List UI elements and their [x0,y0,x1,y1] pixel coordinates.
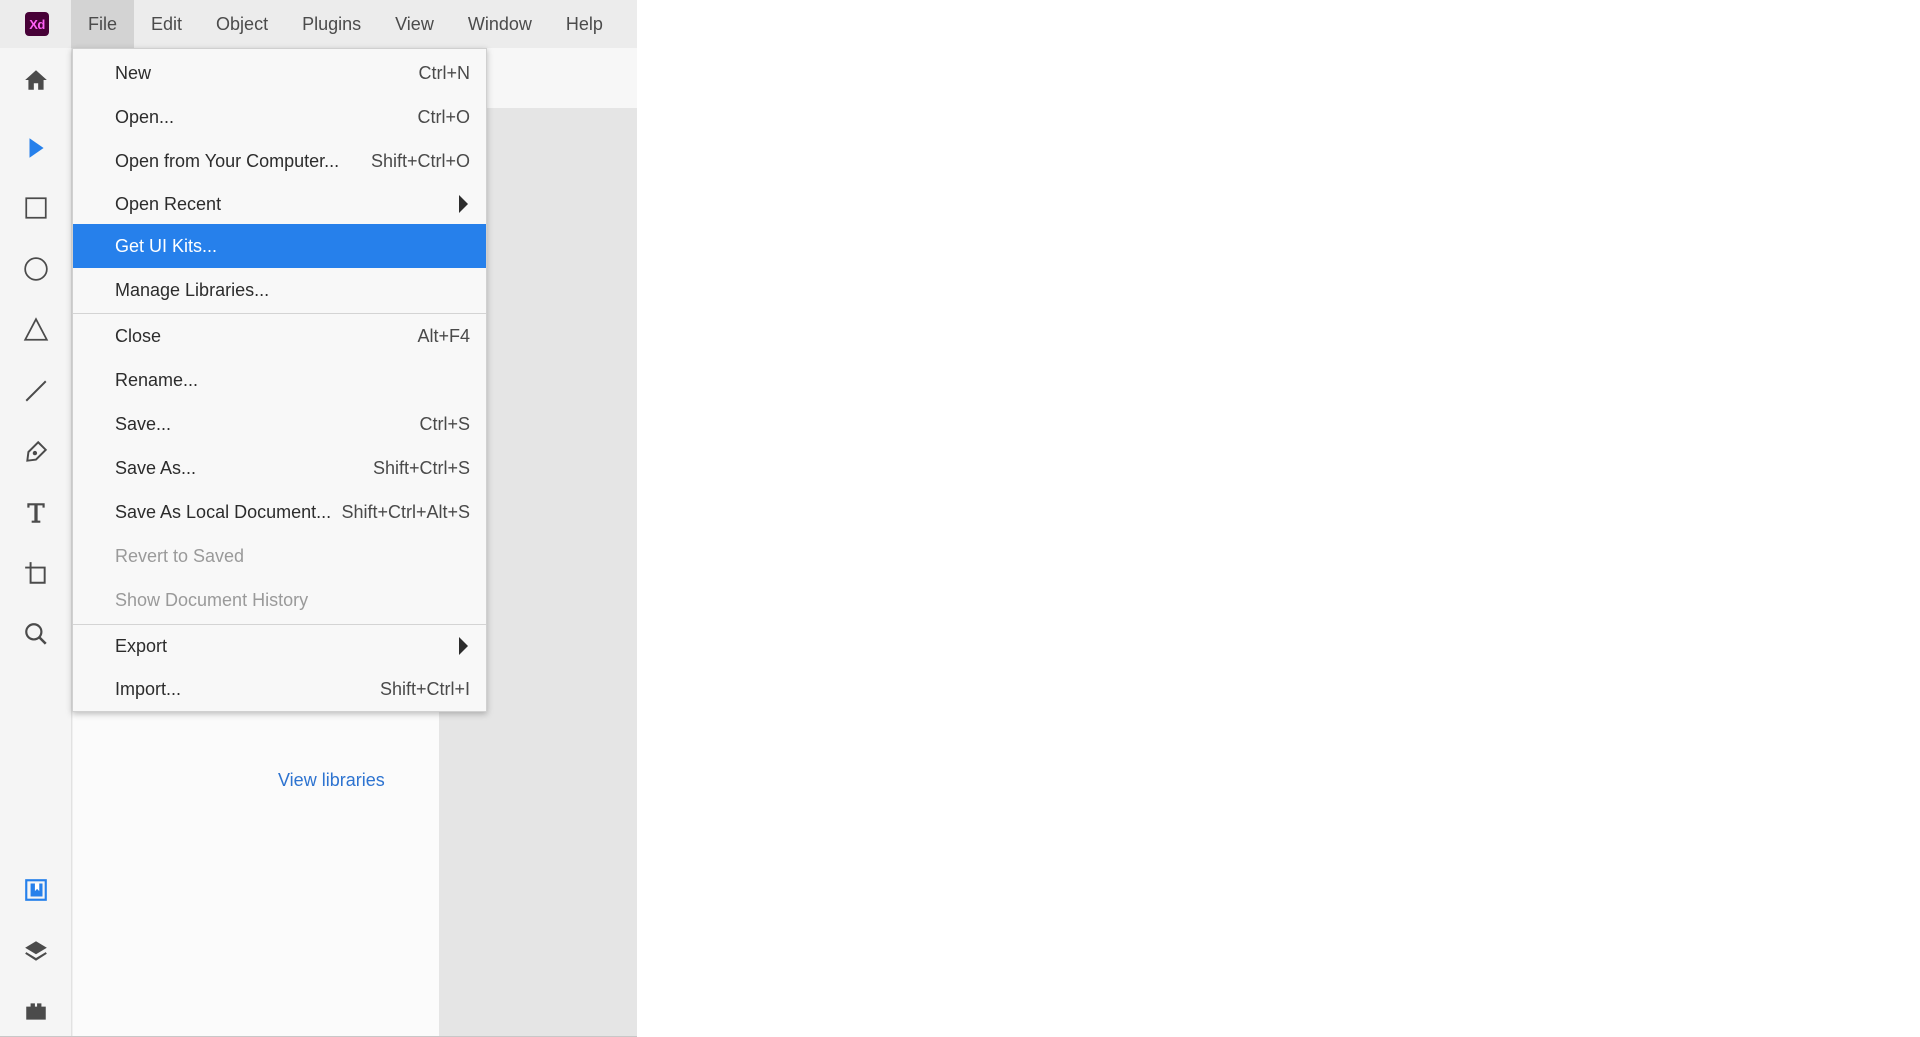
pen-icon [26,440,48,462]
menu-item-label: Open Recent [115,193,222,214]
menu-item-revert-to-saved: Revert to Saved [73,534,486,578]
ellipse-tool[interactable] [21,254,51,284]
home-button[interactable] [21,65,51,95]
zoom-tool[interactable] [21,619,51,649]
menu-help[interactable]: Help [549,0,620,48]
submenu-arrow-icon [459,637,468,655]
menu-item-shortcut: Alt+F4 [417,325,470,346]
polygon-tool[interactable] [21,315,51,345]
menu-item-new[interactable]: New Ctrl+N [73,51,486,95]
menu-item-label: New [115,62,152,83]
plugins-button[interactable] [21,996,51,1026]
menu-item-shortcut: Ctrl+O [417,106,470,127]
line-icon [25,380,47,402]
menu-window[interactable]: Window [451,0,549,48]
menu-view[interactable]: View [378,0,451,48]
menu-item-label: Open from Your Computer... [115,150,340,171]
menu-item-open[interactable]: Open... Ctrl+O [73,95,486,139]
menu-item-label: Revert to Saved [115,545,245,566]
file-menu-dropdown: New Ctrl+N Open... Ctrl+O Open from Your… [72,48,487,712]
menu-item-rename[interactable]: Rename... [73,358,486,402]
line-tool[interactable] [21,376,51,406]
menu-item-import[interactable]: Import... Shift+Ctrl+I [73,667,486,711]
libraries-button[interactable] [21,875,51,905]
text-icon [27,503,45,523]
menu-item-save[interactable]: Save... Ctrl+S [73,402,486,446]
xd-logo-icon: Xd [25,12,49,36]
menu-item-save-as[interactable]: Save As... Shift+Ctrl+S [73,446,486,490]
view-libraries-link[interactable]: View libraries [278,770,385,791]
menu-item-label: Save As Local Document... [115,501,332,522]
menu-item-label: Import... [115,678,182,699]
artboard-tool[interactable] [21,558,51,588]
menu-item-label: Export [115,635,168,656]
menu-item-label: Open... [115,106,175,127]
pen-tool[interactable] [21,437,51,467]
menu-item-label: Save As... [115,457,197,478]
text-tool[interactable] [21,498,51,528]
plugins-icon [26,1003,46,1020]
menu-item-shortcut: Ctrl+N [418,62,470,83]
tool-rail [0,48,72,1036]
menu-item-shortcut: Shift+Ctrl+Alt+S [341,501,470,522]
menu-plugins[interactable]: Plugins [285,0,378,48]
layers-icon [25,941,47,961]
menu-item-label: Show Document History [115,589,309,610]
menu-item-label: Manage Libraries... [115,279,270,300]
menu-item-shortcut: Shift+Ctrl+O [370,150,470,171]
menu-item-label: Get UI Kits... [115,235,218,256]
menu-object[interactable]: Object [199,0,285,48]
ellipse-icon [24,257,48,281]
menu-item-open-recent[interactable]: Open Recent [73,182,486,226]
libraries-icon [25,879,47,901]
menu-edit[interactable]: Edit [134,0,199,48]
rectangle-tool[interactable] [21,193,51,223]
rectangle-icon [25,197,47,219]
menu-item-save-as-local[interactable]: Save As Local Document... Shift+Ctrl+Alt… [73,490,486,534]
menu-item-close[interactable]: Close Alt+F4 [73,314,486,358]
menu-item-export[interactable]: Export [73,624,486,668]
menu-item-shortcut: Ctrl+S [419,413,470,434]
menu-item-shortcut: Shift+Ctrl+I [379,678,470,699]
menu-item-show-document-history: Show Document History [73,578,486,622]
layers-button[interactable] [21,936,51,966]
select-arrow-icon [29,138,44,158]
menu-file[interactable]: File [71,0,135,48]
menu-item-shortcut: Shift+Ctrl+S [372,457,470,478]
menu-item-manage-libraries[interactable]: Manage Libraries... [73,268,486,312]
submenu-arrow-icon [459,195,468,213]
home-icon [25,70,47,90]
menu-item-get-ui-kits[interactable]: Get UI Kits... [73,224,486,268]
select-tool[interactable] [21,133,51,163]
artboard-icon [25,562,46,584]
menu-bar: Xd File Edit Object Plugins View Window … [0,0,637,48]
menu-item-label: Save... [115,413,172,434]
xd-app-window: Xd File Edit Object Plugins View Window … [0,0,637,1037]
menu-item-label: Rename... [115,369,199,390]
menu-item-label: Close [115,325,162,346]
zoom-icon [25,623,47,645]
triangle-icon [23,317,49,341]
menu-item-open-from-computer[interactable]: Open from Your Computer... Shift+Ctrl+O [73,139,486,183]
